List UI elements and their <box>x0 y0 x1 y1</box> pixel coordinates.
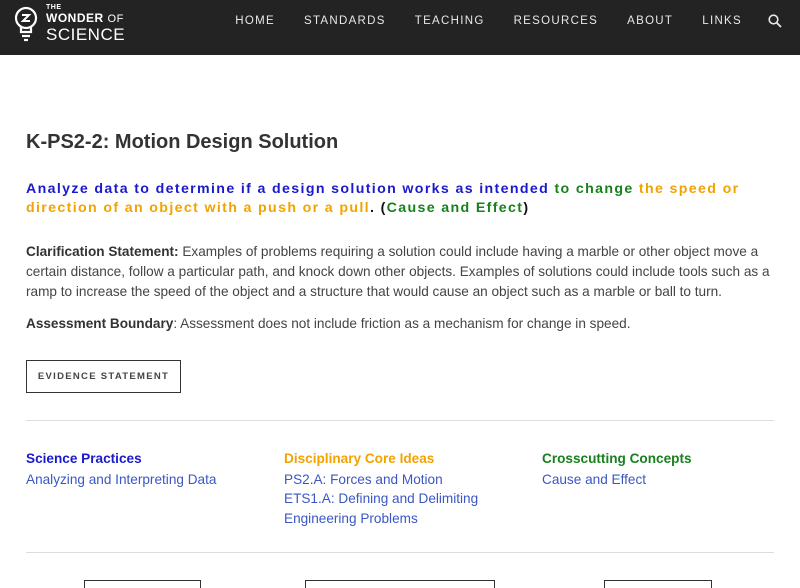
nav-home[interactable]: HOME <box>235 15 275 27</box>
logo-science: SCIENCE <box>46 25 126 44</box>
core-ideas-heading: Disciplinary Core Ideas <box>284 451 435 466</box>
sep-link-analyzing-data[interactable]: Analyzing and Interpreting Data <box>26 470 256 490</box>
assessment-boundary: Assessment Boundary: Assessment does not… <box>26 314 776 334</box>
nav-standards[interactable]: STANDARDS <box>304 15 386 27</box>
clarification-label: Clarification Statement: <box>26 244 179 259</box>
crosscutting-heading: Crosscutting Concepts <box>542 451 692 466</box>
ccc-link-cause-effect[interactable]: Cause and Effect <box>542 470 772 490</box>
main-nav: HOME STANDARDS TEACHING RESOURCES ABOUT … <box>206 0 800 42</box>
lightbulb-logo-icon <box>14 6 38 41</box>
nav-links[interactable]: LINKS <box>702 15 742 27</box>
section-divider <box>26 420 774 421</box>
crosscutting-column: Crosscutting Concepts Cause and Effect <box>542 449 772 489</box>
bottom-button-right[interactable] <box>604 580 712 588</box>
pe-connector-text: to change <box>549 181 639 197</box>
nav-about[interactable]: ABOUT <box>627 15 673 27</box>
site-logo[interactable]: THE WONDER OF SCIENCE <box>14 4 125 43</box>
bottom-button-left[interactable] <box>84 580 201 588</box>
science-practices-column: Science Practices Analyzing and Interpre… <box>26 449 256 489</box>
dci-link-defining-problems[interactable]: ETS1.A: Defining and Delimiting Engineer… <box>284 489 514 528</box>
page-title: K-PS2-2: Motion Design Solution <box>26 131 339 153</box>
logo-the: THE <box>46 4 62 11</box>
pe-crosscutting-text: Cause and Effect <box>386 200 524 216</box>
pe-practice-text: Analyze data to determine if a design so… <box>26 181 550 197</box>
logo-wonder: WONDER OF <box>46 11 124 25</box>
logo-wordmark: THE WONDER OF SCIENCE <box>46 4 125 43</box>
nav-teaching[interactable]: TEACHING <box>415 15 485 27</box>
core-ideas-column: Disciplinary Core Ideas PS2.A: Forces an… <box>284 449 514 528</box>
search-icon[interactable] <box>768 14 782 28</box>
clarification-statement: Clarification Statement: Examples of pro… <box>26 242 776 302</box>
assessment-label: Assessment Boundary <box>26 316 174 331</box>
pe-period: . <box>369 200 381 216</box>
bottom-button-center[interactable] <box>305 580 495 588</box>
performance-expectation: Analyze data to determine if a design so… <box>26 180 774 218</box>
nav-resources[interactable]: RESOURCES <box>514 15 599 27</box>
assessment-text: : Assessment does not include friction a… <box>173 316 631 331</box>
dci-link-forces-motion[interactable]: PS2.A: Forces and Motion <box>284 470 514 490</box>
section-divider <box>26 552 774 553</box>
top-navigation-bar: THE WONDER OF SCIENCE HOME STANDARDS TEA… <box>0 0 800 55</box>
science-practices-heading: Science Practices <box>26 451 142 466</box>
pe-paren-close: ) <box>523 200 530 216</box>
evidence-statement-button[interactable]: EVIDENCE STATEMENT <box>26 360 181 393</box>
